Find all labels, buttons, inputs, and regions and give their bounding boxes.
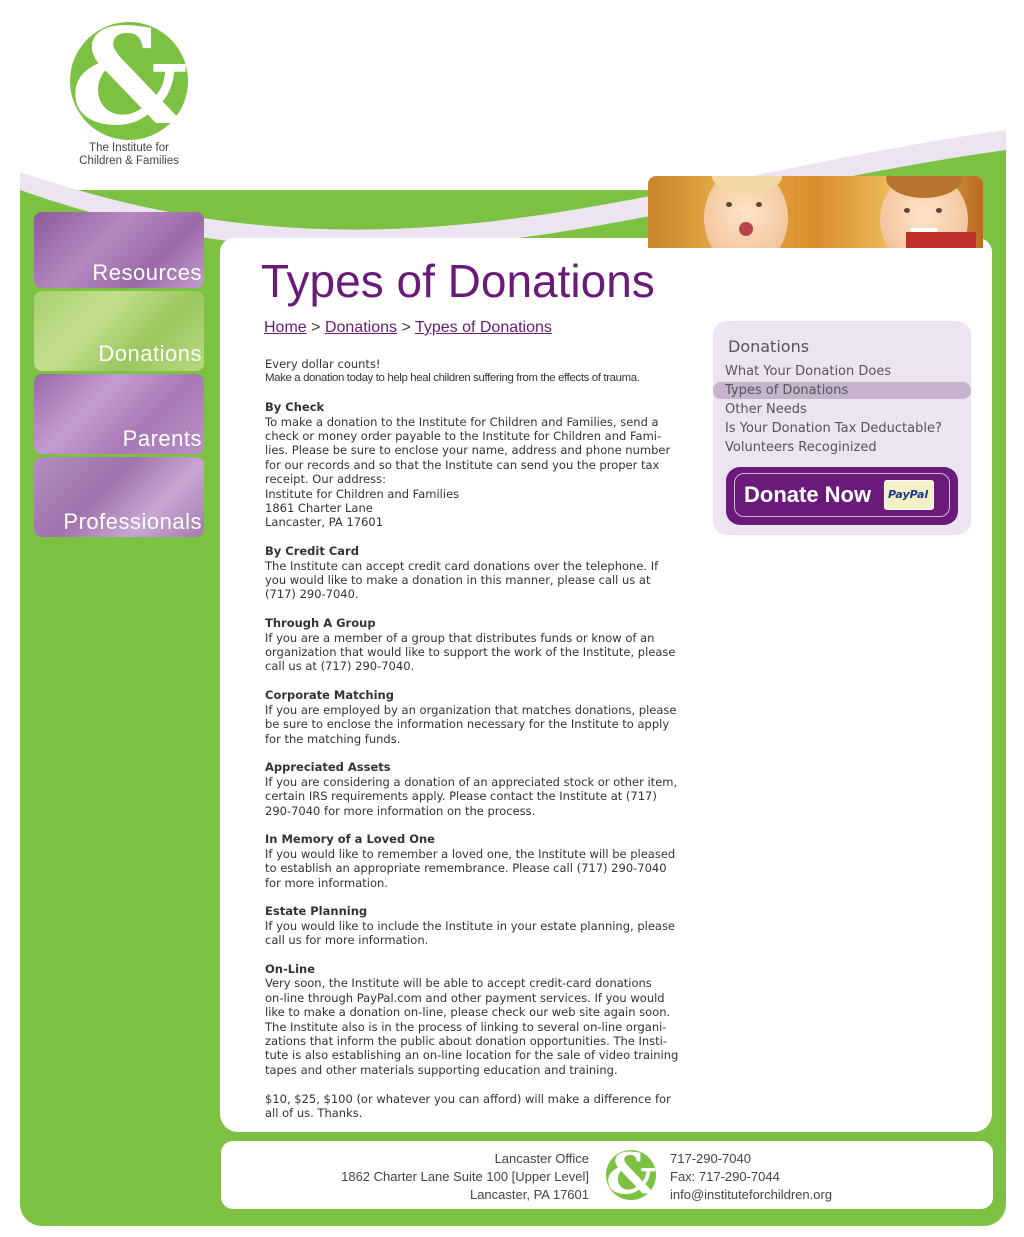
body-line: To make a donation to the Institute for … bbox=[265, 414, 659, 429]
body-line: on-line through PayPal.com and other pay… bbox=[265, 990, 665, 1005]
body-line: tute is also establishing an on-line loc… bbox=[265, 1048, 679, 1063]
section-estate: Estate Planning If you would like to inc… bbox=[265, 904, 705, 947]
footer-contact: 717-290-7040 Fax: 717-290-7044 info@inst… bbox=[670, 1150, 832, 1204]
body-line: to establish an appropriate remembrance.… bbox=[265, 861, 667, 876]
sidebar-item-tax-deductable[interactable]: Is Your Donation Tax Deductable? bbox=[713, 420, 971, 437]
nav-resources[interactable]: Resources bbox=[34, 212, 204, 288]
body-line: If you would like to remember a loved on… bbox=[265, 846, 676, 861]
section-heading: By Credit Card bbox=[265, 544, 359, 559]
section-check: By Check To make a donation to the Insti… bbox=[265, 400, 705, 530]
donate-now-button[interactable]: Donate Now PayPal bbox=[726, 467, 958, 525]
body-line: like to make a donation on-line, please … bbox=[265, 1005, 671, 1020]
section-memory: In Memory of a Loved One If you would li… bbox=[265, 832, 705, 890]
sidebar-item-other-needs[interactable]: Other Needs bbox=[713, 401, 971, 418]
paypal-label: PayPal bbox=[888, 488, 929, 501]
body-line: be sure to enclose the information neces… bbox=[265, 717, 670, 732]
body-line: If you would like to include the Institu… bbox=[265, 918, 676, 933]
breadcrumb-donations[interactable]: Donations bbox=[325, 319, 397, 336]
body-line: organization that would like to support … bbox=[265, 645, 676, 660]
footer-office: Lancaster Office bbox=[494, 1151, 589, 1166]
footer-email[interactable]: info@instituteforchildren.org bbox=[670, 1186, 832, 1204]
body-line: Very soon, the Institute will be able to… bbox=[265, 976, 652, 991]
section-heading: On-Line bbox=[265, 961, 315, 976]
donation-content: Every dollar counts! Make a donation tod… bbox=[265, 357, 705, 1135]
breadcrumb-sep-2: > bbox=[401, 319, 411, 336]
body-line: Institute for Children and Families bbox=[265, 486, 460, 501]
intro-line-2: Make a donation today to help heal child… bbox=[265, 372, 640, 385]
section-heading: Appreciated Assets bbox=[265, 760, 391, 775]
section-heading: Estate Planning bbox=[265, 904, 368, 919]
red-shirt bbox=[906, 232, 976, 248]
hero-photo bbox=[648, 176, 983, 248]
sidebar-item-volunteers[interactable]: Volunteers Recoginized bbox=[713, 439, 971, 456]
nav-donations[interactable]: Donations bbox=[34, 291, 204, 371]
child-face-left bbox=[704, 176, 788, 248]
sidebar-item-types-of-donations[interactable]: Types of Donations bbox=[713, 382, 971, 399]
page-title: Types of Donations bbox=[261, 255, 655, 307]
section-group: Through A Group If you are a member of a… bbox=[265, 616, 705, 674]
footer-logo: & bbox=[606, 1150, 656, 1200]
closing: $10, $25, $100 (or whatever you can affo… bbox=[265, 1092, 705, 1121]
body-line: If you are employed by an organization t… bbox=[265, 702, 677, 717]
body-line: $10, $25, $100 (or whatever you can affo… bbox=[265, 1091, 671, 1106]
intro-line-1: Every dollar counts! bbox=[265, 357, 381, 371]
body-line: The Institute can accept credit card don… bbox=[265, 558, 659, 573]
nav-professionals[interactable]: Professionals bbox=[34, 457, 204, 537]
body-line: zations that inform the public about don… bbox=[265, 1033, 668, 1048]
footer-city: Lancaster, PA 17601 bbox=[469, 1187, 589, 1202]
body-line: certain IRS requirements apply. Please c… bbox=[265, 789, 657, 804]
body-line: Lancaster, PA 17601 bbox=[265, 515, 384, 530]
body-line: all of us. Thanks. bbox=[265, 1105, 363, 1120]
section-corporate: Corporate Matching If you are employed b… bbox=[265, 688, 705, 746]
sidebar-item-what-your-donation-does[interactable]: What Your Donation Does bbox=[713, 363, 971, 380]
section-heading: In Memory of a Loved One bbox=[265, 832, 435, 847]
section-assets: Appreciated Assets If you are considerin… bbox=[265, 760, 705, 818]
body-line: for the matching funds. bbox=[265, 731, 401, 746]
body-line: call us for more information. bbox=[265, 933, 429, 948]
body-line: for more information. bbox=[265, 875, 388, 890]
footer-fax: Fax: 717-290-7044 bbox=[670, 1169, 780, 1184]
intro: Every dollar counts! Make a donation tod… bbox=[265, 357, 705, 386]
body-line: check or money order payable to the Inst… bbox=[265, 429, 662, 444]
body-line: 290-7040 for more information on the pro… bbox=[265, 803, 536, 818]
body-line: tapes and other materials supporting edu… bbox=[265, 1062, 618, 1077]
nav-donations-label: Donations bbox=[98, 341, 202, 366]
breadcrumb-current[interactable]: Types of Donations bbox=[415, 319, 552, 336]
section-online: On-Line Very soon, the Institute will be… bbox=[265, 962, 705, 1077]
breadcrumb-sep-1: > bbox=[311, 319, 321, 336]
body-line: If you are considering a donation of an … bbox=[265, 774, 678, 789]
section-credit-card: By Credit Card The Institute can accept … bbox=[265, 544, 705, 602]
nav-parents[interactable]: Parents bbox=[34, 374, 204, 454]
body-line: for our records and so that the Institut… bbox=[265, 457, 660, 472]
footer-logo-ampersand: & bbox=[606, 1150, 656, 1200]
paypal-logo: PayPal bbox=[884, 480, 934, 510]
breadcrumb: Home > Donations > Types of Donations bbox=[264, 319, 552, 337]
nav-parents-label: Parents bbox=[122, 426, 202, 451]
body-line: lies. Please be sure to enclose your nam… bbox=[265, 443, 671, 458]
body-line: (717) 290-7040. bbox=[265, 587, 359, 602]
footer-phone: 717-290-7040 bbox=[670, 1151, 751, 1166]
donate-now-label: Donate Now bbox=[744, 482, 872, 507]
footer-address: Lancaster Office 1862 Charter Lane Suite… bbox=[221, 1150, 589, 1204]
section-heading: Through A Group bbox=[265, 616, 376, 631]
nav-professionals-label: Professionals bbox=[63, 509, 202, 534]
breadcrumb-home[interactable]: Home bbox=[264, 319, 307, 336]
body-line: If you are a member of a group that dist… bbox=[265, 630, 655, 645]
nav-resources-label: Resources bbox=[92, 260, 202, 285]
section-heading: By Check bbox=[265, 400, 325, 415]
section-heading: Corporate Matching bbox=[265, 688, 394, 703]
sidebar-title: Donations bbox=[728, 337, 810, 356]
body-line: you would like to make a donation in thi… bbox=[265, 573, 651, 588]
body-line: 1861 Charter Lane bbox=[265, 501, 373, 516]
body-line: The Institute also is in the process of … bbox=[265, 1019, 667, 1034]
footer-street: 1862 Charter Lane Suite 100 [Upper Level… bbox=[341, 1169, 589, 1184]
body-line: call us at (717) 290-7040. bbox=[265, 659, 415, 674]
body-line: receipt. Our address: bbox=[265, 472, 387, 487]
